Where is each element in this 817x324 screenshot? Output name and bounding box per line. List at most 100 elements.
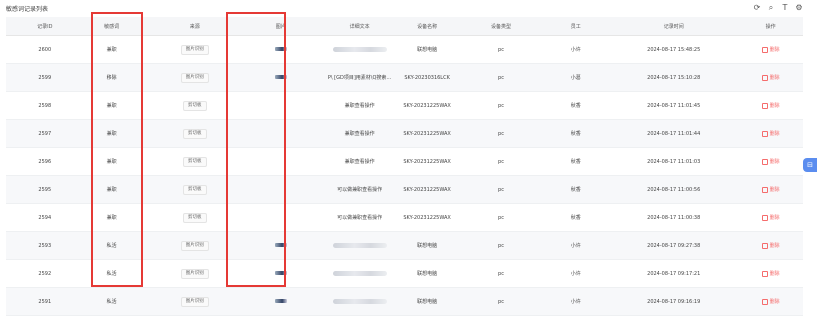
column-height-icon[interactable]: T [781, 4, 789, 12]
highlight-sensitive-word-column [91, 12, 143, 287]
header-device-name[interactable]: 设备名称 [395, 23, 460, 30]
delete-button[interactable]: 删除 [761, 74, 780, 81]
device-type: pc [498, 186, 504, 193]
delete-button[interactable]: 删除 [761, 270, 780, 277]
source-tag: 图片识别 [180, 296, 209, 307]
delete-button[interactable]: 删除 [761, 242, 780, 249]
source-tag: 剪切板 [183, 184, 207, 195]
record-id: 2594 [38, 214, 52, 221]
delete-label: 删除 [769, 243, 780, 249]
screenshot-thumbnail[interactable] [274, 298, 287, 303]
employee: 秋香 [570, 187, 581, 193]
device-type: pc [498, 74, 504, 81]
delete-button[interactable]: 删除 [761, 214, 780, 221]
employee: 小许 [570, 47, 581, 53]
delete-label: 删除 [769, 271, 780, 277]
detail-text: 可以做兼职查看操作 [337, 215, 383, 221]
delete-button[interactable]: 删除 [761, 186, 780, 193]
image-cell [255, 298, 307, 305]
operation-cell: 删除 [738, 46, 803, 53]
device-name: SKY-20231225WAX [403, 102, 451, 109]
header-operation: 操作 [765, 23, 776, 30]
record-id: 2593 [38, 242, 52, 249]
delete-label: 删除 [769, 299, 780, 305]
blurred-detail-text [332, 298, 387, 304]
employee: 秋香 [570, 215, 581, 221]
device-name: SKY-20231225WAX [403, 186, 451, 193]
record-id: 2597 [38, 130, 52, 137]
employee: 小许 [570, 271, 581, 277]
delete-button[interactable]: 删除 [761, 46, 780, 53]
source-tag: 图片识别 [180, 44, 209, 55]
device-type: pc [498, 242, 504, 249]
device-type: pc [498, 298, 504, 305]
trash-icon [761, 102, 768, 109]
detail-text [325, 242, 395, 249]
record-time: 2024-08-17 11:01:03 [647, 158, 701, 165]
trash-icon [761, 74, 768, 81]
device-type: pc [498, 102, 504, 109]
record-time: 2024-08-17 11:00:56 [647, 186, 701, 193]
device-name: SKY-20231225WAX [403, 214, 451, 221]
record-time: 2024-08-17 09:16:19 [647, 298, 701, 305]
header-record-time[interactable]: 记录时间 [609, 23, 738, 30]
delete-label: 删除 [769, 47, 780, 53]
side-panel-toggle-icon[interactable]: ⊟ [803, 158, 817, 172]
delete-button[interactable]: 删除 [761, 298, 780, 305]
operation-cell: 删除 [738, 270, 803, 277]
operation-cell: 删除 [738, 102, 803, 109]
device-name: SKY-20230316LCK [404, 74, 450, 81]
detail-text: 兼职查看操作 [344, 103, 375, 109]
source-tag: 剪切板 [183, 156, 207, 167]
record-time: 2024-08-17 15:10:28 [647, 74, 701, 81]
device-type: pc [498, 46, 504, 53]
source-tag: 剪切板 [183, 128, 207, 139]
settings-icon[interactable]: ⚙ [795, 4, 803, 12]
delete-label: 删除 [769, 103, 780, 109]
trash-icon [761, 298, 768, 305]
table-row[interactable]: 2591 私活 图片识别 联想电脑 pc 小许 2024-08-17 09:16:19 删除 [6, 288, 803, 316]
source-tag: 剪切板 [183, 212, 207, 223]
trash-icon [761, 242, 768, 249]
table-toolbar: ⟳ ⌕ T ⚙ [753, 4, 803, 12]
delete-label: 删除 [769, 187, 780, 193]
source-tag: 剪切板 [183, 100, 207, 111]
header-device-type[interactable]: 设备类型 [459, 23, 542, 30]
header-record-id[interactable]: 记录ID [6, 23, 84, 30]
delete-label: 删除 [769, 75, 780, 81]
header-detail-text[interactable]: 详细文本 [325, 23, 395, 30]
employee: 小许 [570, 299, 581, 305]
operation-cell: 删除 [738, 186, 803, 193]
blurred-detail-text [332, 46, 387, 52]
delete-button[interactable]: 删除 [761, 130, 780, 137]
header-employee[interactable]: 员工 [543, 23, 610, 30]
record-id: 2592 [38, 270, 52, 277]
operation-cell: 删除 [738, 74, 803, 81]
operation-cell: 删除 [738, 158, 803, 165]
delete-button[interactable]: 删除 [761, 102, 780, 109]
device-type: pc [498, 158, 504, 165]
operation-cell: 删除 [738, 130, 803, 137]
highlight-image-column [226, 12, 286, 287]
trash-icon [761, 158, 768, 165]
source-cell: 图片识别 [135, 296, 255, 307]
record-time: 2024-08-17 09:27:38 [647, 242, 701, 249]
trash-icon [761, 270, 768, 277]
record-id: 2598 [38, 102, 52, 109]
search-icon[interactable]: ⌕ [767, 4, 775, 12]
employee: 秋香 [570, 131, 581, 137]
delete-label: 删除 [769, 215, 780, 221]
device-type: pc [498, 270, 504, 277]
source-tag: 图片识别 [180, 72, 209, 83]
detail-text: 兼职查看操作 [344, 131, 375, 137]
device-type: pc [498, 214, 504, 221]
record-time: 2024-08-17 11:00:38 [647, 214, 701, 221]
source-tag: 图片识别 [180, 240, 209, 251]
refresh-icon[interactable]: ⟳ [753, 4, 761, 12]
delete-button[interactable]: 删除 [761, 158, 780, 165]
device-type: pc [498, 130, 504, 137]
record-time: 2024-08-17 09:17:21 [647, 270, 701, 277]
device-name: 联想电脑 [417, 47, 438, 53]
detail-text [325, 298, 395, 305]
detail-text [325, 46, 395, 53]
